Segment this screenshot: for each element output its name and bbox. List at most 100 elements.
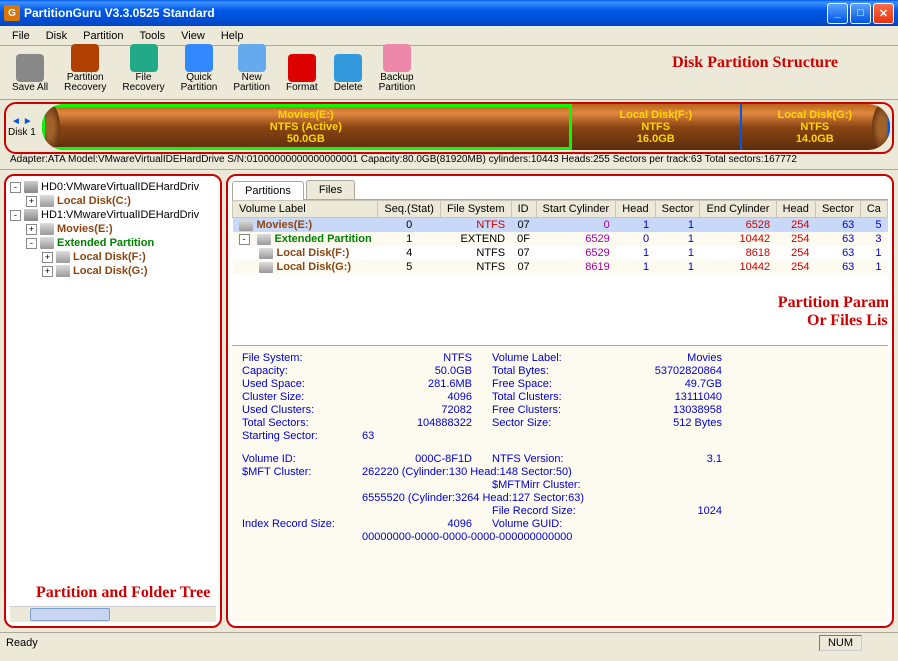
volume-icon: [239, 220, 253, 231]
column-header[interactable]: Start Cylinder: [536, 201, 616, 218]
column-header[interactable]: Sector: [815, 201, 860, 218]
tree-toggle[interactable]: +: [42, 252, 53, 263]
new-partition-icon: [238, 44, 266, 72]
detail-value: 13111040: [612, 391, 742, 403]
tool-quick-partition[interactable]: Quick Partition: [177, 42, 222, 95]
tool-partition-recovery[interactable]: Partition Recovery: [60, 42, 110, 95]
vol-icon: [40, 223, 54, 235]
hdd-icon: [24, 209, 38, 221]
tool-label: Format: [286, 83, 318, 93]
detail-label: [242, 479, 362, 491]
tree-toggle[interactable]: +: [42, 266, 53, 277]
column-header[interactable]: Head: [776, 201, 815, 218]
next-disk-button[interactable]: ►: [23, 116, 33, 127]
detail-label: $MFT Cluster:: [242, 466, 362, 478]
tree-toggle[interactable]: +: [26, 196, 37, 207]
column-header[interactable]: File System: [441, 201, 512, 218]
detail-label: Free Space:: [492, 378, 612, 390]
detail-value: [362, 505, 492, 517]
table-row[interactable]: Movies(E:)0NTFS070116528254635: [233, 218, 888, 233]
table-row[interactable]: -Extended Partition1EXTEND0F652901104422…: [233, 232, 888, 246]
tab-strip: PartitionsFiles: [232, 180, 888, 200]
column-header[interactable]: End Cylinder: [700, 201, 776, 218]
tree-node[interactable]: +Local Disk(C:): [10, 194, 216, 208]
detail-value: 50.0GB: [362, 365, 492, 377]
column-header[interactable]: Seq.(Stat): [378, 201, 441, 218]
tree-label: Extended Partition: [57, 237, 154, 249]
detail-label: File Record Size:: [492, 505, 612, 517]
row-toggle[interactable]: -: [239, 234, 250, 245]
detail-label: Starting Sector:: [242, 430, 362, 442]
tool-label: Partition Recovery: [64, 73, 106, 93]
tree-node[interactable]: - HD1:VMwareVirtualIDEHardDriv: [10, 208, 216, 222]
tab-files[interactable]: Files: [306, 180, 355, 199]
detail-label: Used Space:: [242, 378, 362, 390]
volume-icon: [259, 262, 273, 273]
disk-nav-label: Disk 1: [8, 127, 36, 138]
detail-value: 281.6MB: [362, 378, 492, 390]
backup-partition-icon: [383, 44, 411, 72]
partition-detail: File System:NTFSVolume Label:MoviesCapac…: [232, 345, 888, 622]
annotation-disk-structure: Disk Partition Structure: [672, 54, 838, 72]
partition-tree[interactable]: -HD0:VMwareVirtualIDEHardDriv+Local Disk…: [10, 180, 216, 606]
detail-label: Sector Size:: [492, 417, 612, 429]
close-button[interactable]: ✕: [873, 3, 894, 24]
detail-label: File System:: [242, 352, 362, 364]
minimize-button[interactable]: _: [827, 3, 848, 24]
tree-toggle[interactable]: -: [10, 182, 21, 193]
tool-label: Delete: [334, 83, 363, 93]
tool-file-recovery[interactable]: File Recovery: [118, 42, 168, 95]
tree-node[interactable]: -HD0:VMwareVirtualIDEHardDriv: [10, 180, 216, 194]
column-header[interactable]: Sector: [655, 201, 700, 218]
tool-save-all[interactable]: Save All: [8, 52, 52, 95]
column-header[interactable]: Ca: [860, 201, 887, 218]
tree-node[interactable]: + Local Disk(G:): [10, 264, 216, 278]
menu-file[interactable]: File: [4, 28, 38, 44]
tree-label: HD1:VMwareVirtualIDEHardDriv: [41, 209, 199, 221]
prev-disk-button[interactable]: ◄: [11, 116, 21, 127]
tool-format[interactable]: Format: [282, 52, 322, 95]
tree-hscrollbar[interactable]: [10, 606, 216, 622]
column-header[interactable]: Head: [616, 201, 655, 218]
detail-label: Cluster Size:: [242, 391, 362, 403]
tool-label: File Recovery: [122, 73, 164, 93]
detail-value: [362, 479, 492, 491]
detail-label: Total Sectors:: [242, 417, 362, 429]
table-row[interactable]: Local Disk(G:)5NTFS0786191110442254631: [233, 260, 888, 274]
detail-value: 53702820864: [612, 365, 742, 377]
column-header[interactable]: Volume Label: [233, 201, 378, 218]
format-icon: [288, 54, 316, 82]
tree-toggle[interactable]: +: [26, 224, 37, 235]
window-title: PartitionGuru V3.3.0525 Standard: [24, 6, 827, 20]
tool-backup-partition[interactable]: Backup Partition: [375, 42, 420, 95]
detail-value: 4096: [362, 518, 492, 530]
delete-icon: [334, 54, 362, 82]
tool-new-partition[interactable]: New Partition: [229, 42, 274, 95]
detail-value: 1024: [612, 505, 742, 517]
tree-label: Local Disk(G:): [73, 265, 148, 277]
partition-table-wrap: Volume LabelSeq.(Stat)File SystemIDStart…: [232, 200, 888, 345]
partition-segment[interactable]: Local Disk(F:)NTFS16.0GB: [572, 104, 742, 150]
tree-toggle[interactable]: -: [26, 238, 37, 249]
maximize-button[interactable]: □: [850, 3, 871, 24]
column-header[interactable]: ID: [511, 201, 536, 218]
tree-label: Local Disk(F:): [73, 251, 146, 263]
partition-segment[interactable]: Movies(E:)NTFS (Active)50.0GB: [42, 104, 572, 150]
detail-value: 63: [362, 430, 742, 442]
tab-partitions[interactable]: Partitions: [232, 181, 304, 200]
tool-delete[interactable]: Delete: [330, 52, 367, 95]
tree-toggle[interactable]: -: [10, 210, 21, 221]
detail-label: Used Clusters:: [242, 404, 362, 416]
disk-structure-panel: ◄ ► Disk 1 Movies(E:)NTFS (Active)50.0GB…: [0, 100, 898, 170]
tree-node[interactable]: +Movies(E:): [10, 222, 216, 236]
tree-node[interactable]: - Extended Partition: [10, 236, 216, 250]
detail-value: 72082: [362, 404, 492, 416]
tree-node[interactable]: + Local Disk(F:): [10, 250, 216, 264]
partition-segment[interactable]: Local Disk(G:)NTFS14.0GB: [742, 104, 890, 150]
table-row[interactable]: Local Disk(F:)4NTFS076529118618254631: [233, 246, 888, 260]
partition-table[interactable]: Volume LabelSeq.(Stat)File SystemIDStart…: [232, 200, 888, 274]
detail-label: Volume GUID:: [492, 518, 612, 530]
detail-value: 49.7GB: [612, 378, 742, 390]
detail-value: 3.1: [612, 453, 742, 465]
tool-label: New Partition: [233, 73, 270, 93]
